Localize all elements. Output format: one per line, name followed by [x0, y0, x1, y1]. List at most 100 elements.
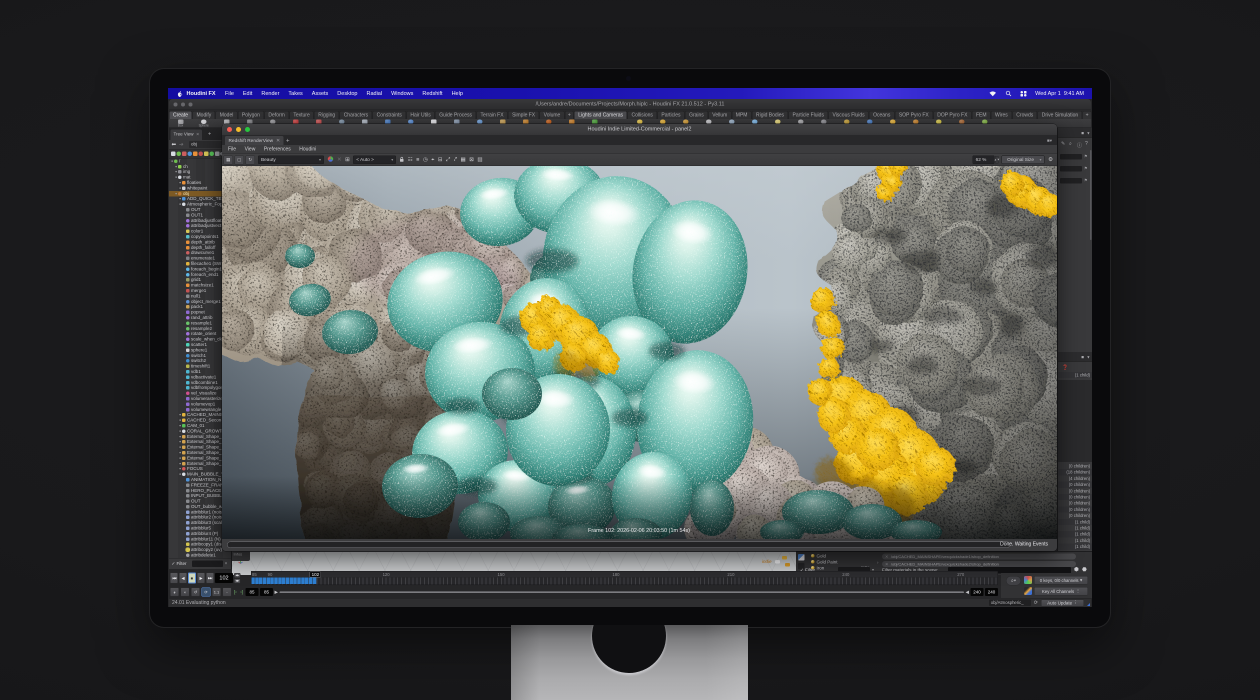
pin-icon[interactable]: ⚑ [1084, 154, 1088, 159]
magnifier-icon[interactable]: ⌕ [1069, 141, 1072, 147]
audio-toggle[interactable]: ◖ [181, 588, 190, 597]
menu-clock[interactable]: Wed Apr 1 9:41 AM [1035, 91, 1084, 97]
snapshot-button[interactable]: ▢ [235, 155, 245, 164]
pane-square-icon[interactable]: ■ [1081, 355, 1084, 360]
info-icon[interactable]: ⓘ [1077, 141, 1082, 149]
chevron-down-icon[interactable]: ▾ [225, 561, 227, 566]
shelf-tab-collisions[interactable]: Collisions [627, 111, 656, 119]
context-path-field[interactable]: obj/Atmospheric_ [989, 600, 1031, 607]
shelf-tab-particles[interactable]: Particles [657, 111, 684, 119]
add-tab-icon[interactable]: + [286, 137, 290, 144]
pin-icon[interactable]: ⚑ [1084, 166, 1088, 171]
keys-dropdown[interactable]: 0 keys, 0/0 channels▾ [1034, 576, 1088, 585]
chevron-right-icon[interactable]: › [877, 560, 879, 565]
param-field[interactable] [1060, 178, 1082, 184]
menu-item-windows[interactable]: Windows [387, 91, 418, 97]
dashed-region-icon[interactable]: ⊟ [438, 157, 443, 163]
shelf-tab-volume[interactable]: Volume [540, 111, 565, 119]
slider-right-arrow-icon[interactable]: ◀ [966, 590, 969, 596]
render-button[interactable]: ▦ [224, 155, 234, 164]
shrink-icon[interactable]: ⤤ [454, 157, 457, 163]
shelf-tab-dop-pyro-fx[interactable]: DOP Pyro FX [933, 111, 971, 119]
rv-menu-view[interactable]: View [245, 147, 256, 153]
cube-icon[interactable]: ⬢ [1074, 567, 1079, 573]
tree-filter-icon[interactable] [188, 152, 193, 157]
material-palette-icon[interactable] [798, 554, 805, 561]
apple-logo-icon[interactable] [177, 91, 183, 98]
shelf-tab-sop-pyro-fx[interactable]: SOP Pyro FX [895, 111, 933, 119]
chevron-down-icon[interactable]: ▾ [1087, 131, 1089, 137]
zoom-field[interactable]: 62 % [973, 156, 995, 165]
layers-icon[interactable]: ▨ [477, 157, 482, 163]
rv-menu-file[interactable]: File [228, 147, 236, 153]
clear-aov-icon[interactable]: ✕ [337, 157, 342, 163]
shelf-tab-oceans[interactable]: Oceans [869, 111, 894, 119]
timeline[interactable]: 102 8590120150180210240270 [251, 571, 998, 585]
shelf-tab-polygon[interactable]: Polygon [238, 111, 264, 119]
solid-icon[interactable]: ■ [416, 157, 419, 163]
chevron-down-icon[interactable]: ▾ [1087, 355, 1089, 361]
shelf-tab-rigging[interactable]: Rigging [314, 111, 339, 119]
network-node[interactable] [782, 556, 787, 560]
network-node[interactable] [775, 560, 780, 564]
shelf-tab-characters[interactable]: Characters [340, 111, 372, 119]
tree-filter-icon[interactable] [199, 152, 204, 157]
playhead-tag[interactable]: 102 [310, 572, 322, 578]
key-all-channels-button[interactable]: Key All Channels⋮ [1034, 587, 1088, 596]
wifi-icon[interactable] [989, 91, 997, 97]
add-tab-icon[interactable]: + [208, 131, 211, 137]
help-icon[interactable]: ? [1085, 141, 1088, 147]
region-render-icon[interactable]: ⊞ [345, 157, 350, 163]
tree-filter-icon[interactable] [171, 152, 176, 157]
menu-item-redshift[interactable]: Redshift [418, 91, 447, 97]
pane-menu-icon[interactable]: ■▾ [1047, 138, 1052, 144]
range-out-bracket[interactable]: ›] [239, 590, 244, 595]
close-tab-icon[interactable]: ✕ [196, 132, 199, 137]
close-icon[interactable]: ✕ [885, 554, 888, 559]
pane-square-icon[interactable]: ■ [1081, 131, 1084, 136]
range-end-field[interactable]: 240 [971, 588, 984, 596]
play-button[interactable]: ▶ [197, 573, 205, 584]
shelf-tab-viscous-fluids[interactable]: Viscous Fluids [828, 111, 868, 119]
global-start-field[interactable]: 85 [246, 588, 259, 596]
shelf-tab--[interactable]: + [1083, 111, 1092, 119]
menu-app-name[interactable]: Houdini FX [187, 91, 216, 97]
shelf-tab--[interactable]: + [565, 111, 574, 119]
stop-button[interactable]: ■ [188, 573, 196, 584]
global-end-field[interactable]: 240 [985, 588, 998, 596]
add-window-icon[interactable]: ⊠ [469, 157, 474, 163]
pin-icon[interactable]: ⚑ [1084, 178, 1088, 183]
help-circle-icon[interactable]: ❓ [1062, 365, 1068, 371]
filter-checkbox[interactable]: ✓ Filter [172, 561, 187, 567]
resize-corner[interactable] [1087, 603, 1090, 606]
tree-filter-input[interactable] [192, 561, 223, 568]
frame-inc-button[interactable]: ◀▶ [234, 578, 241, 583]
slider-left-arrow-icon[interactable]: ▶ [275, 590, 278, 596]
rgba-wheel-icon[interactable] [328, 156, 334, 164]
key-wave-icon[interactable] [1024, 587, 1032, 595]
tick-button[interactable]: ∙∙ [223, 588, 232, 597]
menu-item-file[interactable]: File [221, 91, 239, 97]
shelf-tool-box[interactable]: Box [169, 119, 192, 127]
shelf-tab-mpm[interactable]: MPM [732, 111, 752, 119]
menu-item-render[interactable]: Render [257, 91, 284, 97]
auto-update-dropdown[interactable]: Auto Update ⋮ [1041, 599, 1084, 606]
shelf-tab-terrain-fx[interactable]: Terrain FX [477, 111, 508, 119]
shelf-tab-grains[interactable]: Grains [685, 111, 708, 119]
shelf-tab-hair-utils[interactable]: Hair Utils [406, 111, 434, 119]
tree-filter-icon[interactable] [177, 152, 182, 157]
search-icon[interactable] [1006, 91, 1012, 97]
tree-filter-icon[interactable] [193, 152, 198, 157]
back-icon[interactable]: ⬅ [172, 141, 177, 148]
realtime-toggle[interactable]: ◕ [170, 588, 179, 597]
aov-dropdown[interactable]: Beauty▾ [258, 156, 324, 165]
shelf-tab-create[interactable]: Create [169, 111, 192, 119]
menu-item-takes[interactable]: Takes [284, 91, 307, 97]
shelf-tab-drive-simulation[interactable]: Drive Simulation [1038, 111, 1082, 119]
gear-icon[interactable]: ⚙ [1048, 157, 1053, 163]
restart-render-button[interactable]: ↻ [246, 155, 256, 164]
slider-track[interactable] [280, 592, 965, 594]
rv-menu-houdini[interactable]: Houdini [299, 147, 316, 153]
shelf-tab-modify[interactable]: Modify [193, 111, 216, 119]
channel-scope-icon[interactable] [1024, 576, 1032, 584]
